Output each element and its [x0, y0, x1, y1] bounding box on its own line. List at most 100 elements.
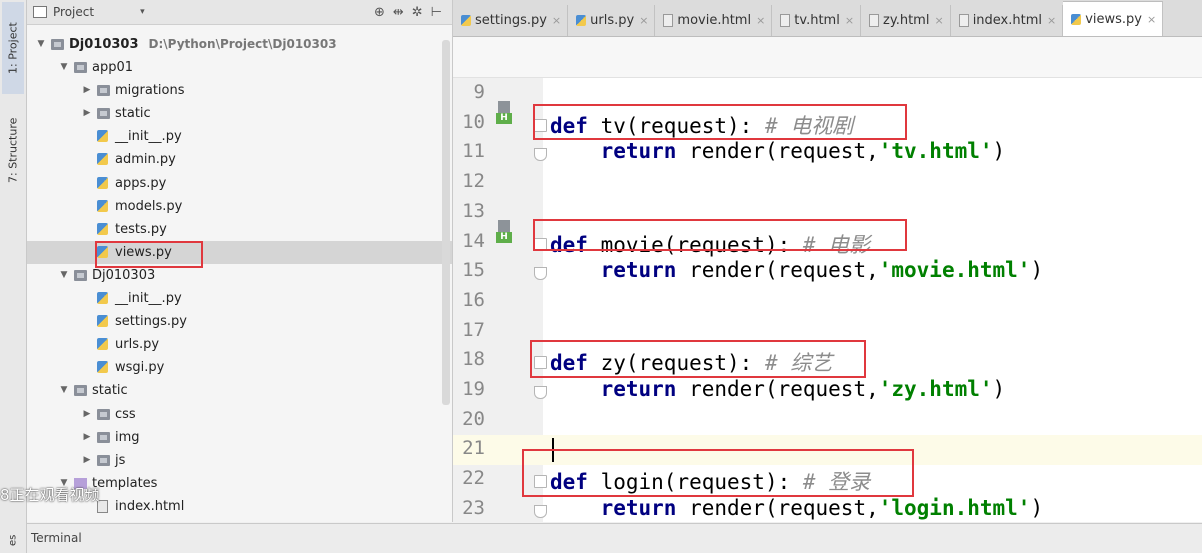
line-number: 11 [462, 140, 485, 163]
collapsed-arrow-icon[interactable]: ▶ [81, 102, 93, 125]
tree-item-name: wsgi.py [115, 360, 165, 376]
project-pane: Project ▾ ⊕ ⇹ ✲ ⊢ ▼ Dj010303 D:\Python\Pro… [27, 0, 453, 522]
tree-item-name: static [115, 106, 151, 122]
tree-item-label: models.py [115, 195, 182, 218]
tree-item-label: static [92, 379, 128, 402]
tree-item[interactable]: ▼ app01 [27, 56, 452, 79]
view-file-gutter-icon[interactable]: H [496, 219, 518, 244]
collapsed-arrow-icon[interactable]: ▶ [81, 426, 93, 449]
folder-icon [74, 269, 87, 281]
view-file-gutter-icon[interactable]: H [496, 100, 518, 125]
folder-icon [51, 39, 64, 50]
editor-tab-views-py[interactable]: views.py × [1063, 1, 1164, 36]
tree-item[interactable]: models.py [27, 195, 452, 218]
tree-item-name: apps.py [115, 175, 167, 191]
tv-def-highlight-box [533, 104, 907, 140]
code-editor: settings.py × urls.py × movie.html × tv.html × z… [453, 0, 1202, 522]
tree-item[interactable]: ▼ static [27, 379, 452, 402]
tree-item[interactable]: ▼ Dj010303 [27, 264, 452, 287]
tree-item-label: js [115, 449, 125, 472]
tree-item-label: __init__.py [115, 287, 182, 310]
tree-scrollbar[interactable] [442, 40, 450, 405]
bottom-tool-tab[interactable]: es [2, 528, 24, 553]
tree-item-name: css [115, 406, 136, 422]
editor-tab-zy-html[interactable]: zy.html × [861, 5, 951, 36]
tree-item[interactable]: __init__.py [27, 287, 452, 310]
editor-tab-movie-html[interactable]: movie.html × [655, 5, 773, 36]
close-icon[interactable]: × [845, 14, 854, 27]
html-badge: H [496, 112, 512, 124]
close-icon[interactable]: × [639, 14, 648, 27]
hide-icon[interactable]: ⊢ [431, 5, 442, 20]
line-number: 22 [462, 467, 485, 490]
project-pane-title[interactable]: Project [53, 5, 94, 19]
tree-item-label: css [115, 403, 136, 426]
project-pane-tools: ⊕ ⇹ ✲ ⊢ [374, 5, 442, 20]
tree-item[interactable]: ▶ img [27, 426, 452, 449]
project-tool-tab[interactable]: 1: Project [2, 2, 24, 94]
chevron-down-icon[interactable]: ▾ [140, 7, 145, 17]
tree-item[interactable]: apps.py [27, 172, 452, 195]
editor-tab-tv-html[interactable]: tv.html × [772, 5, 862, 36]
tree-item[interactable]: wsgi.py [27, 356, 452, 379]
tree-item[interactable]: ▶ static [27, 102, 452, 125]
fold-end-icon[interactable] [534, 267, 547, 281]
tree-item[interactable]: ▼ Dj010303 D:\Python\Project\Dj010303 [27, 33, 452, 56]
structure-tool-tab[interactable]: 7: Structure [2, 100, 24, 200]
editor-tab-urls-py[interactable]: urls.py × [568, 5, 656, 36]
close-icon[interactable]: × [1047, 14, 1056, 27]
locate-icon[interactable]: ⊕ [374, 5, 385, 20]
collapsed-arrow-icon[interactable]: ▶ [81, 79, 93, 102]
line-number: 17 [462, 318, 485, 341]
tree-item[interactable]: ▶ css [27, 403, 452, 426]
code-line[interactable]: 20 [453, 406, 1202, 436]
views-py-highlight-box [95, 241, 203, 268]
expanded-arrow-icon[interactable]: ▼ [58, 56, 70, 79]
terminal-tool-tab[interactable]: Terminal [27, 523, 1202, 553]
fold-end-icon[interactable] [534, 386, 547, 399]
tree-item-name: migrations [115, 83, 185, 99]
html-badge: H [496, 231, 512, 243]
folder-icon [97, 431, 110, 443]
tree-item-name: __init__.py [115, 129, 182, 145]
tree-item-label: admin.py [115, 148, 176, 171]
expanded-arrow-icon[interactable]: ▼ [58, 264, 70, 287]
expanded-arrow-icon[interactable]: ▼ [58, 379, 70, 402]
line-number: 20 [462, 407, 485, 430]
collapsed-arrow-icon[interactable]: ▶ [81, 449, 93, 472]
code-line[interactable]: 11 return render(request,'tv.html') [453, 138, 1202, 168]
close-icon[interactable]: × [1147, 13, 1156, 26]
tree-item-name: img [115, 429, 140, 445]
tree-item[interactable]: settings.py [27, 310, 452, 333]
code-line[interactable]: 23 return render(request,'login.html') [453, 495, 1202, 522]
tree-item[interactable]: tests.py [27, 218, 452, 241]
close-icon[interactable]: × [934, 14, 943, 27]
tree-item[interactable]: views.py [27, 240, 452, 264]
gear-icon[interactable]: ✲ [412, 5, 423, 20]
tree-item[interactable]: __init__.py [27, 125, 452, 148]
expanded-arrow-icon[interactable]: ▼ [35, 33, 47, 56]
collapse-icon[interactable]: ⇹ [393, 5, 404, 20]
code-line[interactable]: 15 return render(request,'movie.html') [453, 257, 1202, 287]
tree-item[interactable]: ▶ migrations [27, 79, 452, 102]
close-icon[interactable]: × [552, 14, 561, 27]
fold-end-icon[interactable] [534, 148, 547, 162]
code-string: 'zy.html' [878, 377, 993, 401]
editor-tab-index-html[interactable]: index.html × [951, 5, 1064, 36]
code-line[interactable]: 19 return render(request,'zy.html') [453, 376, 1202, 406]
tree-item[interactable]: urls.py [27, 333, 452, 356]
tree-item[interactable]: admin.py [27, 148, 452, 171]
tool-window-strip: 1: Project 7: Structure es [0, 0, 27, 553]
editor-tab-settings-py[interactable]: settings.py × [453, 5, 569, 36]
code-line[interactable]: 16 [453, 287, 1202, 317]
close-icon[interactable]: × [756, 14, 765, 27]
code-text: return render(request,'login.html') [550, 496, 1044, 520]
line-number: 14 [462, 229, 485, 252]
collapsed-arrow-icon[interactable]: ▶ [81, 403, 93, 426]
fold-end-icon[interactable] [534, 504, 547, 518]
tree-item[interactable]: ▶ js [27, 449, 452, 472]
code-line[interactable]: 12 [453, 168, 1202, 198]
project-view-icon [33, 6, 47, 18]
tree-item-name: app01 [92, 60, 134, 76]
